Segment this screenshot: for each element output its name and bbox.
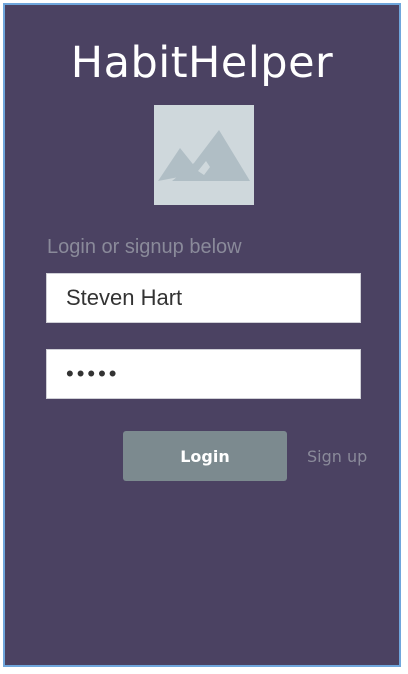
logo-image [154, 105, 254, 205]
password-value: ••••• [66, 361, 120, 386]
login-instruction: Login or signup below [47, 236, 242, 258]
login-button[interactable]: Login [123, 431, 287, 481]
image-placeholder-icon [158, 130, 250, 181]
signup-link[interactable]: Sign up [307, 446, 367, 468]
username-field[interactable]: Steven Hart [46, 273, 361, 323]
password-field[interactable]: ••••• [46, 349, 361, 399]
app-title: HabitHelper [70, 38, 334, 88]
app-screen: HabitHelper Login or signup below Steven… [3, 3, 401, 667]
username-value: Steven Hart [66, 285, 183, 310]
